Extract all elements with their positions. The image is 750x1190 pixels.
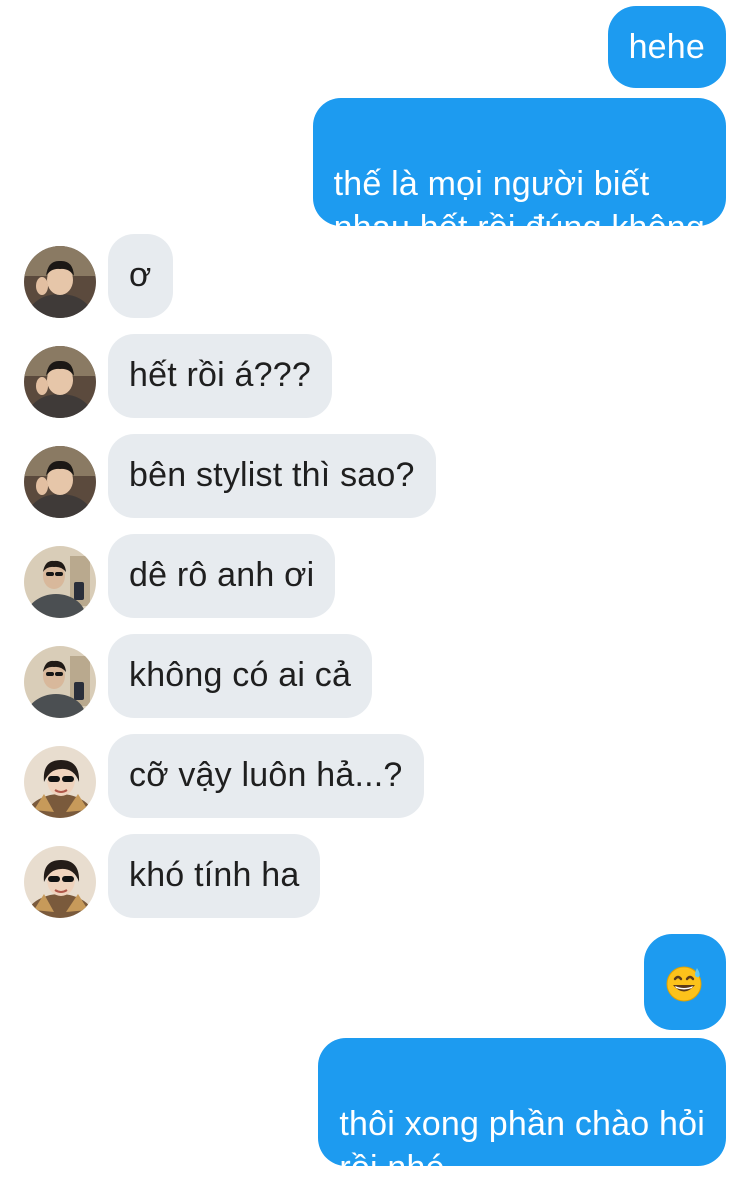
avatar[interactable]	[24, 846, 96, 918]
chat-thread: hehe thế là mọi người biết nhau hết rồi …	[0, 0, 750, 1187]
avatar-boy-b-image	[24, 546, 96, 618]
incoming-message[interactable]: bên stylist thì sao?	[108, 434, 436, 518]
message-text: ơ	[129, 256, 152, 294]
message-text: thôi xong phần chào hỏi rồi nhé	[339, 1105, 705, 1187]
incoming-message[interactable]: dê rô anh ơi	[108, 534, 336, 618]
outgoing-message[interactable]	[644, 934, 726, 1030]
avatar-boy-a-image	[24, 446, 96, 518]
message-text: hết rồi á???	[129, 356, 311, 394]
message-text: dê rô anh ơi	[129, 556, 315, 594]
outgoing-message[interactable]: thế là mọi người biết nhau hết rồi đúng …	[312, 98, 726, 247]
grinning-sweat-emoji-icon	[666, 966, 702, 1002]
avatar-girl-sunglasses-image	[24, 846, 96, 918]
message-text: thế là mọi người biết nhau hết rồi đúng …	[333, 165, 705, 247]
avatar[interactable]	[24, 646, 96, 718]
avatar[interactable]	[24, 746, 96, 818]
incoming-message[interactable]: ơ	[108, 234, 173, 318]
avatar-girl-sunglasses-image	[24, 746, 96, 818]
avatar[interactable]	[24, 546, 96, 618]
incoming-message[interactable]: cỡ vậy luôn hả...?	[108, 734, 424, 818]
outgoing-message[interactable]: hehe	[607, 6, 726, 88]
incoming-message[interactable]: không có ai cả	[108, 634, 373, 718]
avatar[interactable]	[24, 446, 96, 518]
message-text: cỡ vậy luôn hả...?	[129, 756, 403, 794]
outgoing-message[interactable]: thôi xong phần chào hỏi rồi nhé	[318, 1038, 726, 1187]
avatar-boy-a-image	[24, 346, 96, 418]
incoming-message[interactable]: hết rồi á???	[108, 334, 332, 418]
avatar[interactable]	[24, 346, 96, 418]
message-text: khó tính ha	[129, 856, 300, 894]
avatar-boy-b-image	[24, 646, 96, 718]
message-text: bên stylist thì sao?	[129, 456, 415, 494]
incoming-message[interactable]: khó tính ha	[108, 834, 321, 918]
message-text: không có ai cả	[129, 656, 352, 694]
avatar-boy-a-image	[24, 246, 96, 318]
avatar[interactable]	[24, 246, 96, 318]
message-text: hehe	[628, 28, 705, 66]
